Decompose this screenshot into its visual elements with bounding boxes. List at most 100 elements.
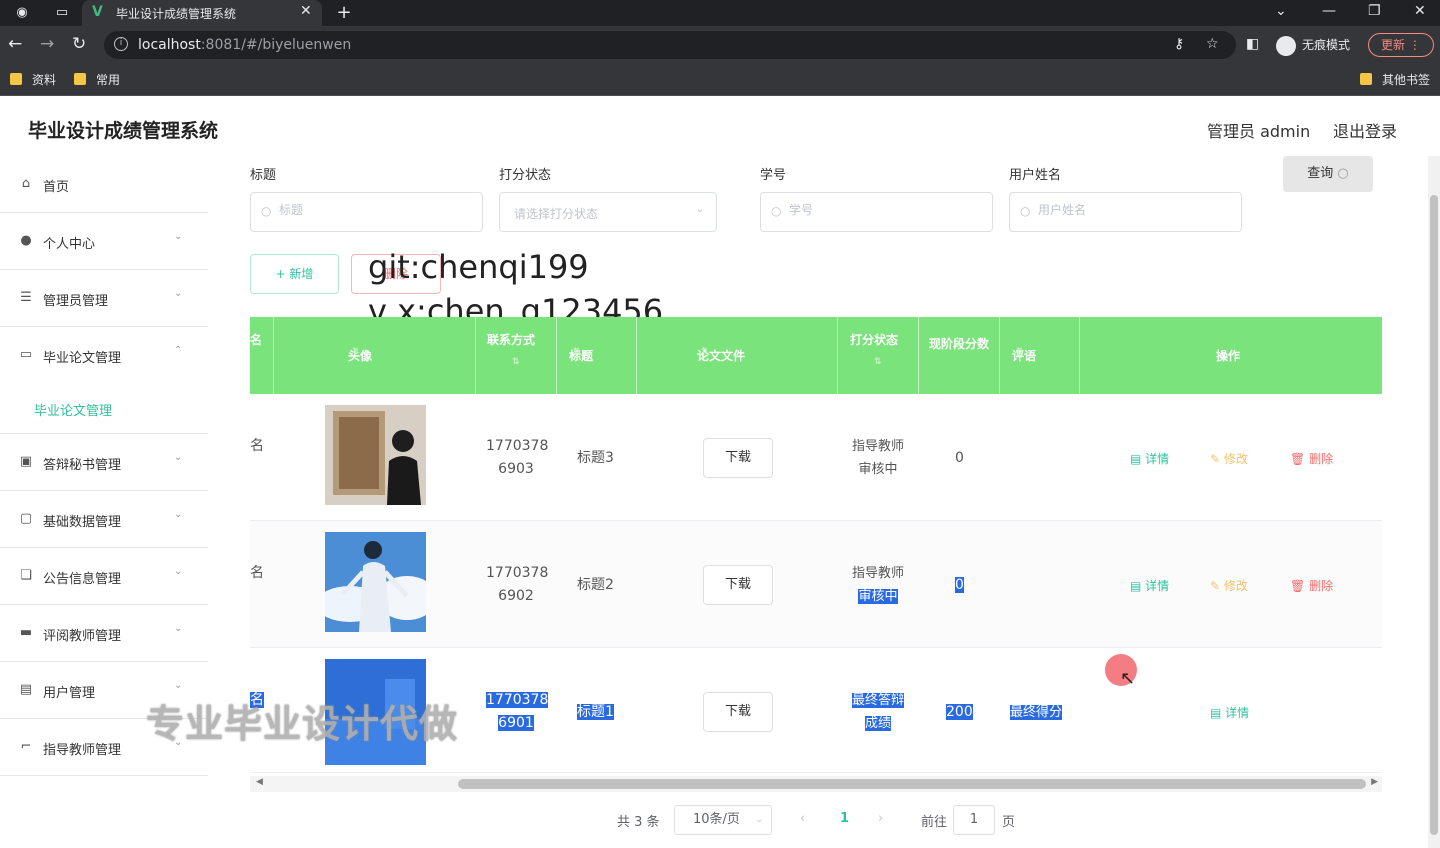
query-button-label: 查询 (1307, 166, 1334, 181)
search-icon: ○ (1337, 166, 1349, 181)
page-size-select[interactable]: 10条/页 ⌄ (674, 805, 772, 835)
search-icon: ○ (771, 204, 782, 218)
col-header-score[interactable]: 现阶段分数 (919, 317, 1000, 394)
other-bookmarks[interactable]: 其他书签 (1360, 71, 1430, 88)
sort-icon: ⇅ (352, 347, 360, 357)
username-filter-field[interactable] (1038, 203, 1223, 217)
tab-search-icon[interactable]: ▭ (52, 3, 72, 23)
edit-action[interactable]: ✎ 修改 (1210, 450, 1248, 467)
bookmark-folder-1[interactable]: 资料 (10, 71, 56, 88)
table-row: 名 1770378 6902 标题2 下载 指导教师 审核中 0 ▤ 详情 ✎ 修改… (250, 521, 1382, 648)
sidebar-item-thesis[interactable]: ▭ 毕业论文管理 ⌃ (0, 327, 208, 384)
next-page-icon[interactable]: › (878, 811, 883, 826)
edit-action[interactable]: ✎ 修改 (1210, 577, 1248, 594)
search-icon: ○ (261, 204, 272, 218)
page-scrollbar-thumb[interactable] (1430, 195, 1438, 835)
download-button[interactable]: 下载 (703, 565, 773, 605)
table-horizontal-scrollbar[interactable]: ◀ ▶ (250, 776, 1382, 792)
sidebar-item-profile[interactable]: ● 个人中心 ⌄ (0, 213, 208, 270)
prev-page-icon[interactable]: ‹ (800, 811, 805, 826)
suitcase-icon: ▤ (19, 682, 33, 697)
title-filter-field[interactable] (279, 203, 464, 217)
sidebar-item-notices[interactable]: ❏ 公告信息管理 ⌄ (0, 548, 208, 605)
app-header: 毕业设计成绩管理系统 管理员 admin 退出登录 (0, 96, 1440, 156)
close-tab-icon[interactable]: ✕ (300, 3, 312, 19)
copy-icon: ❏ (20, 568, 32, 583)
cell-status: 指导教师 审核中 (851, 439, 904, 477)
page-number-current[interactable]: 1 (840, 811, 849, 826)
sidebar-item-secretary[interactable]: ▣ 答辩秘书管理 ⌄ (0, 434, 208, 491)
detail-action[interactable]: ▤ 详情 (1130, 450, 1169, 467)
document-icon: ▤ (1210, 706, 1222, 720)
cell-comment: 最终得分 (1010, 705, 1063, 720)
delete-action[interactable]: 🗑 删除 (1290, 450, 1333, 467)
goto-page-input[interactable]: 1 (953, 805, 995, 835)
logout-link[interactable]: 退出登录 (1333, 118, 1397, 142)
student-no-filter-input[interactable]: ○ (760, 192, 993, 232)
incognito-indicator[interactable]: 无痕模式 (1276, 32, 1350, 58)
pagination-total: 共 3 条 (617, 815, 660, 830)
browser-tab-active[interactable]: V 毕业设计成绩管理系统 ✕ (82, 0, 322, 26)
col-header-phone[interactable]: 联系方式 ⇅ (476, 317, 557, 394)
sidebar-item-label: 个人中心 (43, 237, 96, 252)
detail-action[interactable]: ▤ 详情 (1210, 704, 1249, 721)
chevron-down-icon: ⌄ (174, 509, 183, 520)
download-button[interactable]: 下载 (703, 438, 773, 478)
crop-icon: ⌐ (20, 739, 32, 754)
user-icon: ● (20, 233, 32, 248)
table-scroll-thumb[interactable] (458, 779, 1366, 789)
sidebar-item-label: 指导教师管理 (43, 743, 122, 758)
col-header-status[interactable]: 打分状态 ⇅ (838, 317, 919, 394)
forward-icon[interactable]: → (40, 34, 54, 54)
scroll-right-icon[interactable]: ▶ (1371, 777, 1378, 787)
new-tab-icon[interactable]: + (334, 3, 354, 23)
query-button[interactable]: 查询 ○ (1283, 156, 1373, 192)
chevron-down-icon: ⌄ (695, 204, 704, 215)
close-window-icon[interactable]: ✕ (1414, 0, 1426, 22)
sidepanel-icon[interactable]: ◧ (1246, 34, 1259, 54)
username-filter-input[interactable]: ○ (1009, 192, 1242, 232)
update-button[interactable]: 更新 ⋮ (1368, 33, 1434, 57)
sort-icon: ⇅ (874, 357, 882, 367)
page-suffix: 页 (1002, 815, 1016, 830)
scroll-left-icon[interactable]: ◀ (256, 777, 263, 787)
sliders-icon: ☰ (20, 290, 32, 305)
add-button[interactable]: + 新增 (250, 254, 339, 294)
trash-icon: 🗑 (1290, 452, 1306, 466)
sidebar-item-basedata[interactable]: ▢ 基础数据管理 ⌄ (0, 491, 208, 548)
sidebar-item-label: 管理员管理 (43, 294, 109, 309)
sidebar-item-admins[interactable]: ☰ 管理员管理 ⌄ (0, 270, 208, 327)
back-icon[interactable]: ← (8, 34, 22, 54)
col-header-title[interactable]: 标题 ⇅ (557, 317, 637, 394)
folder-icon: ▭ (19, 347, 33, 362)
key-icon[interactable]: ⚷ (1174, 36, 1184, 52)
chevron-down-icon: ⌄ (174, 566, 183, 577)
student-no-filter-field[interactable] (789, 203, 974, 217)
restore-icon[interactable]: ❐ (1368, 0, 1381, 22)
cell-title: 标题3 (577, 450, 614, 466)
col-header-name[interactable]: 名 (250, 317, 274, 394)
sort-icon: ⇅ (573, 347, 581, 357)
sidebar-item-reviewers[interactable]: ▬ 评阅教师管理 ⌄ (0, 605, 208, 662)
star-icon[interactable]: ☆ (1206, 36, 1219, 52)
cell-phone: 1770378 6901 (486, 692, 549, 731)
address-bar[interactable]: i localhost:8081/#/biyeluenwen ⚷ ☆ (104, 31, 1236, 59)
reload-icon[interactable]: ↻ (72, 34, 86, 54)
col-header-comment[interactable]: 评语 ⇅ (1000, 317, 1080, 394)
detail-action[interactable]: ▤ 详情 (1130, 577, 1169, 594)
bookmark-folder-2[interactable]: 常用 (74, 71, 120, 88)
download-button[interactable]: 下载 (703, 692, 773, 732)
col-header-file[interactable]: 论文文件 ⇅ (637, 317, 838, 394)
chevron-down-icon[interactable]: ⌄ (1275, 0, 1287, 22)
globe-icon[interactable]: ◉ (12, 3, 32, 23)
cell-score: 200 (946, 704, 973, 720)
info-icon[interactable]: i (114, 37, 128, 51)
title-filter-input[interactable]: ○ (250, 192, 483, 232)
minimize-icon[interactable]: — (1322, 0, 1336, 22)
status-filter-select[interactable]: 请选择打分状态 ⌄ (499, 192, 717, 232)
sort-icon: ⇅ (512, 357, 520, 367)
sidebar-item-home[interactable]: ⌂ 首页 (0, 156, 208, 213)
col-header-avatar[interactable]: 头像 ⇅ (274, 317, 476, 394)
sidebar-subitem-thesis-manage[interactable]: 毕业论文管理 (0, 384, 208, 434)
delete-action[interactable]: 🗑 删除 (1290, 577, 1333, 594)
